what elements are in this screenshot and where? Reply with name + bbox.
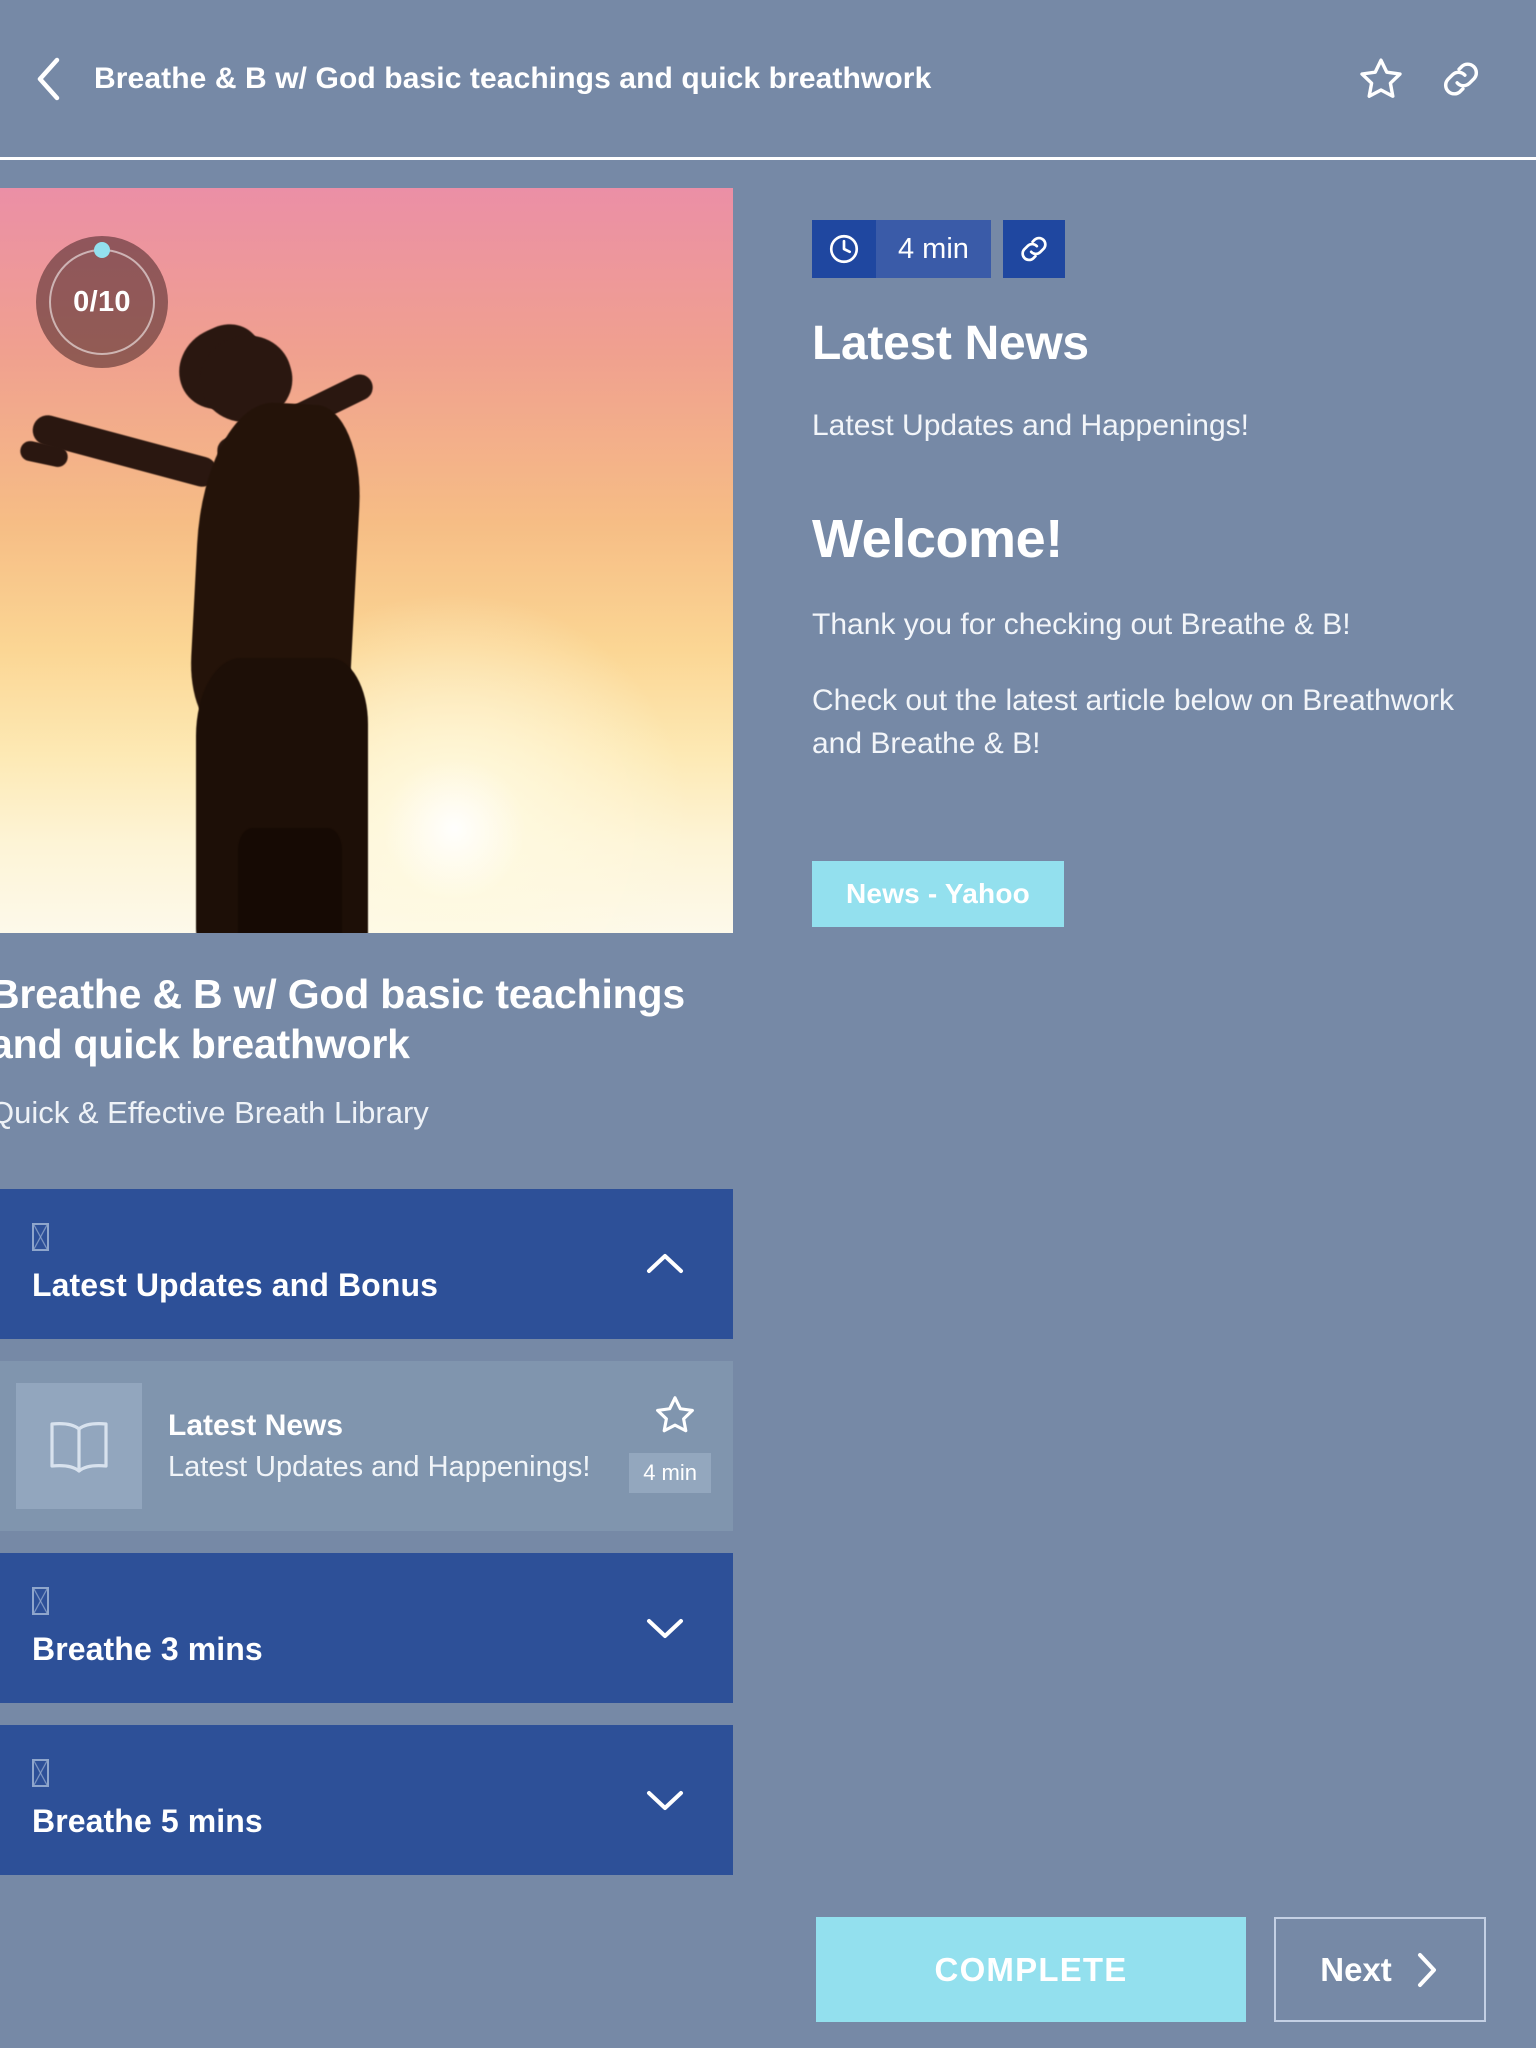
lesson-title: Latest News: [168, 1408, 344, 1442]
app-bar: Breathe & B w/ God basic teachings and q…: [0, 0, 1536, 160]
star-outline-icon: [1360, 58, 1402, 98]
lesson-favorite-button[interactable]: [653, 1393, 697, 1442]
favorite-button[interactable]: [1354, 52, 1408, 106]
footer-actions: COMPLETE Next: [816, 1917, 1536, 2022]
welcome-heading: Welcome!: [812, 508, 1063, 569]
chevron-left-icon: [37, 57, 60, 100]
book-icon: [50, 1422, 108, 1473]
course-title: Breathe & B w/ God basic teachings and q…: [0, 971, 685, 1068]
silhouette-legs: [238, 828, 342, 933]
app-root: Breathe & B w/ God basic teachings and q…: [0, 0, 1536, 2048]
course-sections: Latest Updates and Bonus Latest News Lat…: [0, 1189, 733, 1876]
chevron-right-icon: [1417, 1952, 1436, 1987]
section-gap: [0, 1703, 733, 1726]
missing-glyph-icon: [32, 1586, 49, 1615]
lesson-heading: Latest News: [812, 317, 1089, 370]
chevron-up-icon[interactable]: [643, 1242, 687, 1286]
lesson-paragraph-1: Thank you for checking out Breathe & B!: [812, 607, 1351, 641]
course-hero-image: 0/10: [0, 188, 733, 933]
link-icon: [1021, 236, 1047, 262]
lesson-duration-badge: 4 min: [629, 1453, 711, 1494]
section-header-breathe-3-mins[interactable]: Breathe 3 mins: [0, 1553, 733, 1704]
lesson-subheading: Latest Updates and Happenings!: [812, 409, 1249, 442]
clock-icon: [812, 220, 876, 278]
app-bar-actions: [1354, 52, 1488, 106]
lesson-row-latest-news[interactable]: Latest News Latest Updates and Happening…: [0, 1361, 733, 1532]
star-outline-icon: [656, 1396, 694, 1433]
progress-label: 0/10: [73, 285, 131, 318]
chevron-down-icon[interactable]: [643, 1606, 687, 1650]
chevron-down-icon[interactable]: [643, 1778, 687, 1822]
lesson-share-link-button[interactable]: [1002, 220, 1065, 278]
next-button[interactable]: Next: [1274, 1917, 1486, 2022]
next-button-label: Next: [1320, 1950, 1392, 1988]
course-subtitle: Quick & Effective Breath Library: [0, 1095, 429, 1131]
course-panel: 0/10 Breathe & B w/ God basic teachings …: [0, 188, 733, 1876]
lesson-duration-value: 4 min: [876, 220, 991, 278]
lesson-thumbnail: [16, 1383, 142, 1510]
missing-glyph-icon: [32, 1222, 49, 1251]
section-title: Latest Updates and Bonus: [32, 1266, 439, 1303]
section-title: Breathe 5 mins: [32, 1802, 263, 1839]
progress-ring-marker: [94, 242, 110, 258]
complete-button[interactable]: COMPLETE: [816, 1917, 1246, 2022]
course-progress-ring: 0/10: [36, 236, 168, 368]
section-gap: [0, 1339, 733, 1362]
section-header-latest-updates-and-bonus[interactable]: Latest Updates and Bonus: [0, 1189, 733, 1340]
lesson-content-panel: 4 min Latest News Latest Updates and Hap…: [812, 220, 1502, 928]
page-title: Breathe & B w/ God basic teachings and q…: [94, 61, 932, 95]
share-link-button[interactable]: [1434, 52, 1488, 106]
section-title: Breathe 3 mins: [32, 1630, 263, 1667]
missing-glyph-icon: [32, 1758, 49, 1787]
section-header-breathe-5-mins[interactable]: Breathe 5 mins: [0, 1725, 733, 1876]
section-gap: [0, 1531, 733, 1554]
lesson-meta-row: 4 min: [812, 220, 1502, 278]
lesson-paragraph-2: Check out the latest article below on Br…: [812, 684, 1454, 760]
news-yahoo-button[interactable]: News - Yahoo: [812, 861, 1064, 928]
link-icon: [1444, 61, 1478, 96]
lesson-duration-pill: 4 min: [812, 220, 991, 278]
back-button[interactable]: [14, 44, 84, 114]
